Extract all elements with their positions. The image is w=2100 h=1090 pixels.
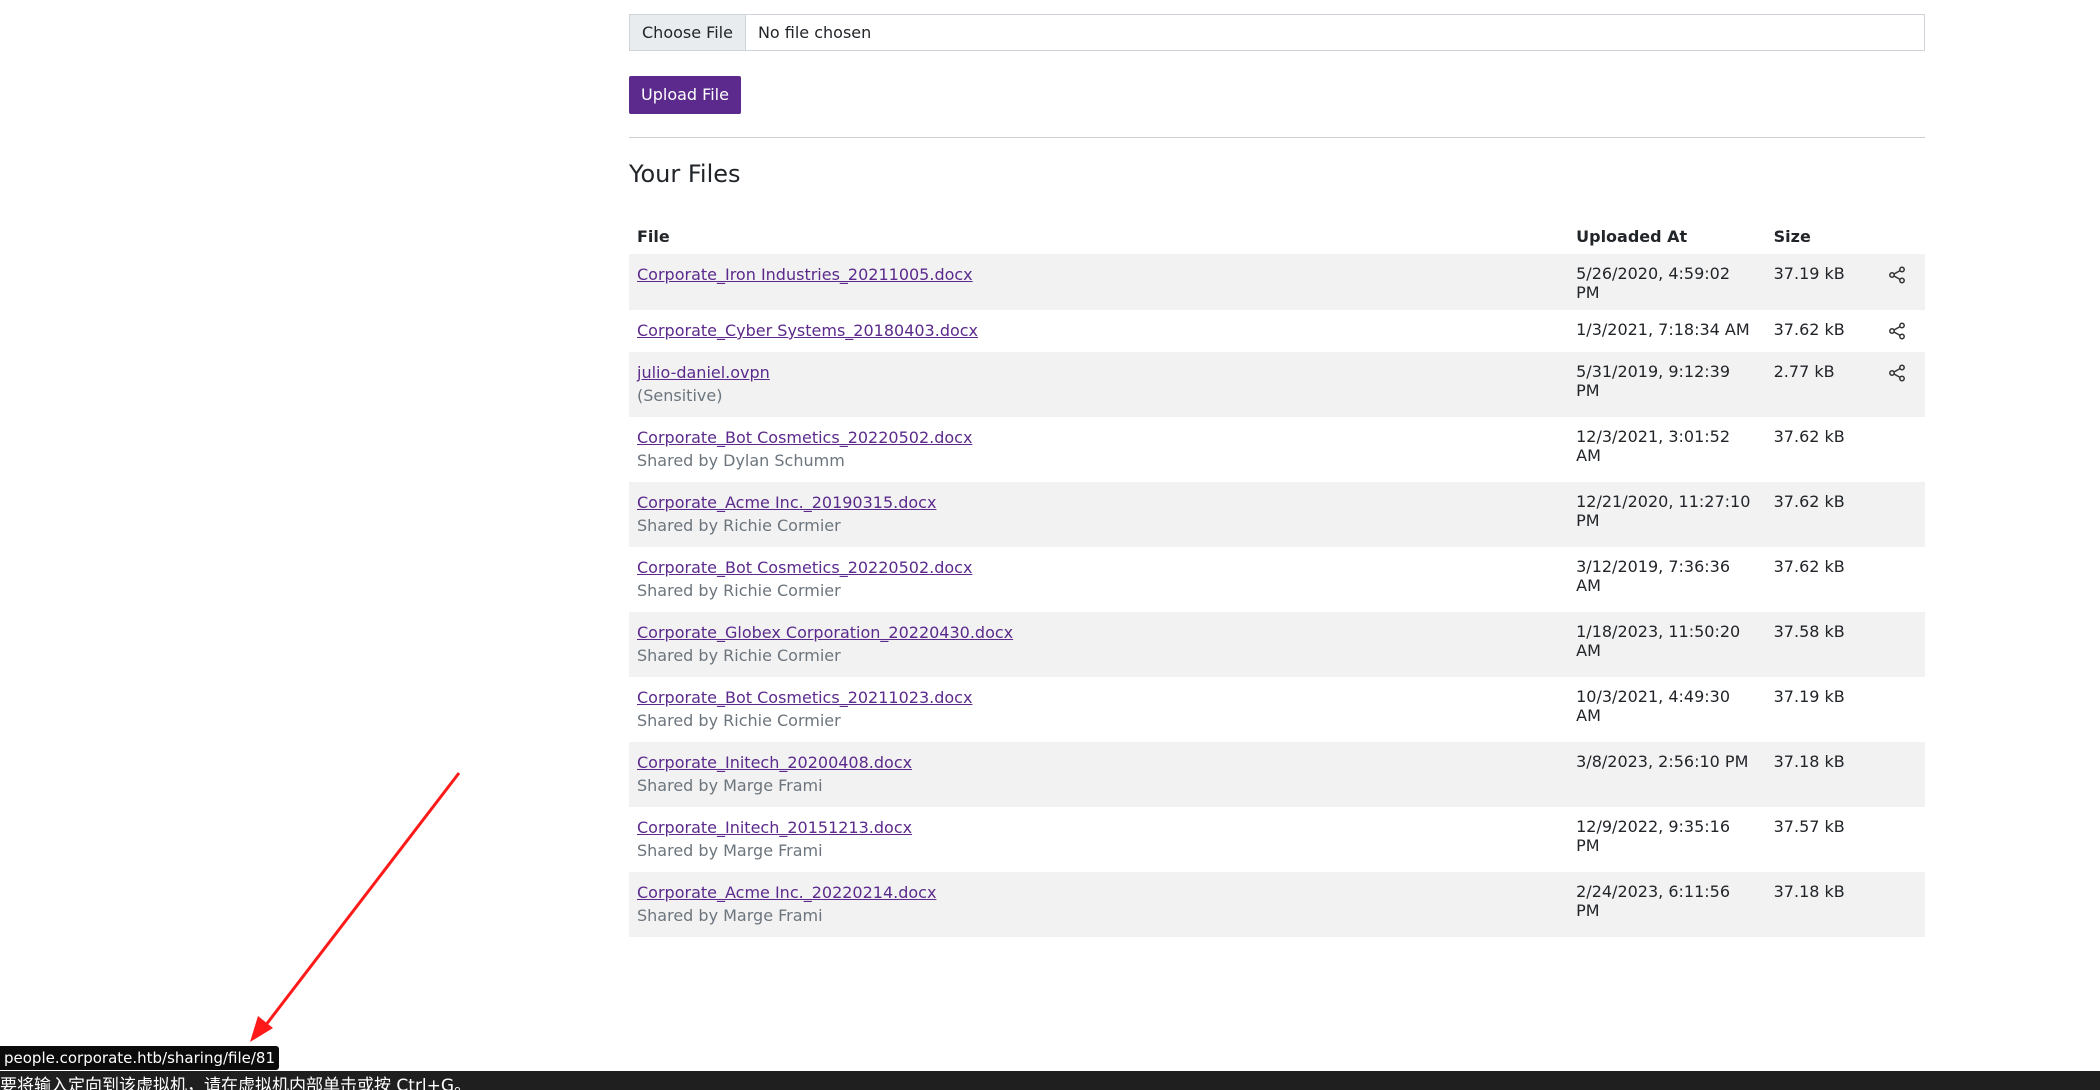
file-cell: Corporate_Globex Corporation_20220430.do… xyxy=(629,612,1568,677)
table-row: Corporate_Acme Inc._20190315.docx Shared … xyxy=(629,482,1925,547)
table-row: julio-daniel.ovpn (Sensitive) 5/31/2019, 9… xyxy=(629,352,1925,417)
actions-cell xyxy=(1870,310,1925,352)
table-row: Corporate_Initech_20151213.docx Shared by… xyxy=(629,807,1925,872)
file-cell: Corporate_Iron Industries_20211005.docx xyxy=(629,254,1568,310)
size-cell: 2.77 kB xyxy=(1773,362,1835,381)
file-cell: Corporate_Cyber Systems_20180403.docx xyxy=(629,310,1568,352)
table-row: Corporate_Cyber Systems_20180403.docx 1/3… xyxy=(629,310,1925,352)
table-row: Corporate_Acme Inc._20220214.docx Shared … xyxy=(629,872,1925,937)
file-note: Shared by Richie Cormier xyxy=(637,646,841,665)
file-link[interactable]: Corporate_Cyber Systems_20180403.docx xyxy=(637,320,1560,342)
file-cell: Corporate_Bot Cosmetics_20211023.docx Sha… xyxy=(629,677,1568,742)
chosen-file-text: No file chosen xyxy=(757,23,872,42)
uploaded-at-cell: 5/26/2020, 4:59:02 PM xyxy=(1576,264,1731,302)
file-link[interactable]: Corporate_Bot Cosmetics_20220502.docx xyxy=(637,557,1560,579)
file-link[interactable]: Corporate_Acme Inc._20190315.docx xyxy=(637,492,1560,514)
vm-notification-text: 要将输入定向到该虚拟机，请在虚拟机内部单击或按 Ctrl+G。 xyxy=(0,1076,472,1090)
file-note: (Sensitive) xyxy=(637,386,723,405)
actions-cell xyxy=(1870,482,1925,547)
file-link[interactable]: Corporate_Acme Inc._20220214.docx xyxy=(637,882,1560,904)
file-link[interactable]: Corporate_Initech_20151213.docx xyxy=(637,817,1560,839)
file-note: Shared by Richie Cormier xyxy=(637,516,841,535)
file-note: Shared by Dylan Schumm xyxy=(637,451,845,470)
vm-notification-bar: 要将输入定向到该虚拟机，请在虚拟机内部单击或按 Ctrl+G。 xyxy=(0,1071,2100,1090)
table-row: Corporate_Bot Cosmetics_20220502.docx Sha… xyxy=(629,547,1925,612)
table-row: Corporate_Globex Corporation_20220430.do… xyxy=(629,612,1925,677)
size-cell: 37.62 kB xyxy=(1773,320,1845,339)
size-cell: 37.19 kB xyxy=(1773,687,1845,706)
file-link[interactable]: Corporate_Initech_20200408.docx xyxy=(637,752,1560,774)
file-note: Shared by Marge Frami xyxy=(637,841,823,860)
uploaded-at-cell: 2/24/2023, 6:11:56 PM xyxy=(1576,882,1731,920)
actions-cell xyxy=(1870,254,1925,310)
table-header-row: File Uploaded At Size xyxy=(629,218,1925,254)
share-icon[interactable] xyxy=(1888,364,1906,382)
actions-cell xyxy=(1870,547,1925,612)
file-cell: Corporate_Initech_20151213.docx Shared by… xyxy=(629,807,1568,872)
files-table-body: Corporate_Iron Industries_20211005.docx 5… xyxy=(629,254,1925,937)
file-note: Shared by Richie Cormier xyxy=(637,711,841,730)
size-cell: 37.62 kB xyxy=(1773,557,1845,576)
actions-cell xyxy=(1870,352,1925,417)
file-cell: Corporate_Bot Cosmetics_20220502.docx Sha… xyxy=(629,547,1568,612)
header-actions xyxy=(1870,218,1925,254)
divider xyxy=(629,137,1925,138)
size-cell: 37.18 kB xyxy=(1773,882,1845,901)
uploaded-at-cell: 3/12/2019, 7:36:36 AM xyxy=(1576,557,1731,595)
uploaded-at-cell: 12/21/2020, 11:27:10 PM xyxy=(1576,492,1751,530)
uploaded-at-cell: 1/18/2023, 11:50:20 AM xyxy=(1576,622,1741,660)
file-link[interactable]: Corporate_Bot Cosmetics_20220502.docx xyxy=(637,427,1560,449)
header-file: File xyxy=(637,226,670,246)
size-cell: 37.58 kB xyxy=(1773,622,1845,641)
section-title: Your Files xyxy=(629,160,741,188)
uploaded-at-cell: 3/8/2023, 2:56:10 PM xyxy=(1576,752,1749,771)
file-link[interactable]: Corporate_Iron Industries_20211005.docx xyxy=(637,264,1560,286)
size-cell: 37.18 kB xyxy=(1773,752,1845,771)
file-cell: Corporate_Bot Cosmetics_20220502.docx Sha… xyxy=(629,417,1568,482)
size-cell: 37.62 kB xyxy=(1773,427,1845,446)
file-note: Shared by Marge Frami xyxy=(637,906,823,925)
file-link[interactable]: Corporate_Bot Cosmetics_20211023.docx xyxy=(637,687,1560,709)
file-link[interactable]: Corporate_Globex Corporation_20220430.do… xyxy=(637,622,1560,644)
file-cell: Corporate_Acme Inc._20190315.docx Shared … xyxy=(629,482,1568,547)
file-cell: julio-daniel.ovpn (Sensitive) xyxy=(629,352,1568,417)
file-cell: Corporate_Initech_20200408.docx Shared by… xyxy=(629,742,1568,807)
size-cell: 37.57 kB xyxy=(1773,817,1845,836)
header-size: Size xyxy=(1773,226,1811,246)
file-link[interactable]: julio-daniel.ovpn xyxy=(637,362,1560,384)
actions-cell xyxy=(1870,677,1925,742)
upload-file-button[interactable]: Upload File xyxy=(629,76,741,114)
uploaded-at-cell: 12/9/2022, 9:35:16 PM xyxy=(1576,817,1731,855)
file-note: Shared by Richie Cormier xyxy=(637,581,841,600)
share-icon[interactable] xyxy=(1888,322,1906,340)
actions-cell xyxy=(1870,807,1925,872)
table-row: Corporate_Bot Cosmetics_20211023.docx Sha… xyxy=(629,677,1925,742)
main-content: Choose File No file chosen Upload File Y… xyxy=(629,14,1925,937)
table-row: Corporate_Iron Industries_20211005.docx 5… xyxy=(629,254,1925,310)
size-cell: 37.62 kB xyxy=(1773,492,1845,511)
uploaded-at-cell: 5/31/2019, 9:12:39 PM xyxy=(1576,362,1731,400)
page: Choose File No file chosen Upload File Y… xyxy=(0,0,2100,1090)
table-row: Corporate_Bot Cosmetics_20220502.docx Sha… xyxy=(629,417,1925,482)
actions-cell xyxy=(1870,417,1925,482)
status-bar-url: people.corporate.htb/sharing/file/81 xyxy=(0,1046,280,1070)
choose-file-button[interactable]: Choose File xyxy=(630,15,746,50)
uploaded-at-cell: 1/3/2021, 7:18:34 AM xyxy=(1576,320,1750,339)
table-row: Corporate_Initech_20200408.docx Shared by… xyxy=(629,742,1925,807)
uploaded-at-cell: 12/3/2021, 3:01:52 AM xyxy=(1576,427,1731,465)
file-picker[interactable]: Choose File No file chosen xyxy=(629,14,1925,51)
arrow-head xyxy=(250,1016,273,1042)
size-cell: 37.19 kB xyxy=(1773,264,1845,283)
share-icon[interactable] xyxy=(1888,266,1906,284)
actions-cell xyxy=(1870,612,1925,677)
header-uploaded-at: Uploaded At xyxy=(1576,226,1688,246)
file-cell: Corporate_Acme Inc._20220214.docx Shared … xyxy=(629,872,1568,937)
file-note: Shared by Marge Frami xyxy=(637,776,823,795)
arrow-shaft xyxy=(260,772,461,1031)
files-table: File Uploaded At Size Corporate_Iron Ind… xyxy=(629,218,1925,937)
actions-cell xyxy=(1870,742,1925,807)
actions-cell xyxy=(1870,872,1925,937)
uploaded-at-cell: 10/3/2021, 4:49:30 AM xyxy=(1576,687,1731,725)
